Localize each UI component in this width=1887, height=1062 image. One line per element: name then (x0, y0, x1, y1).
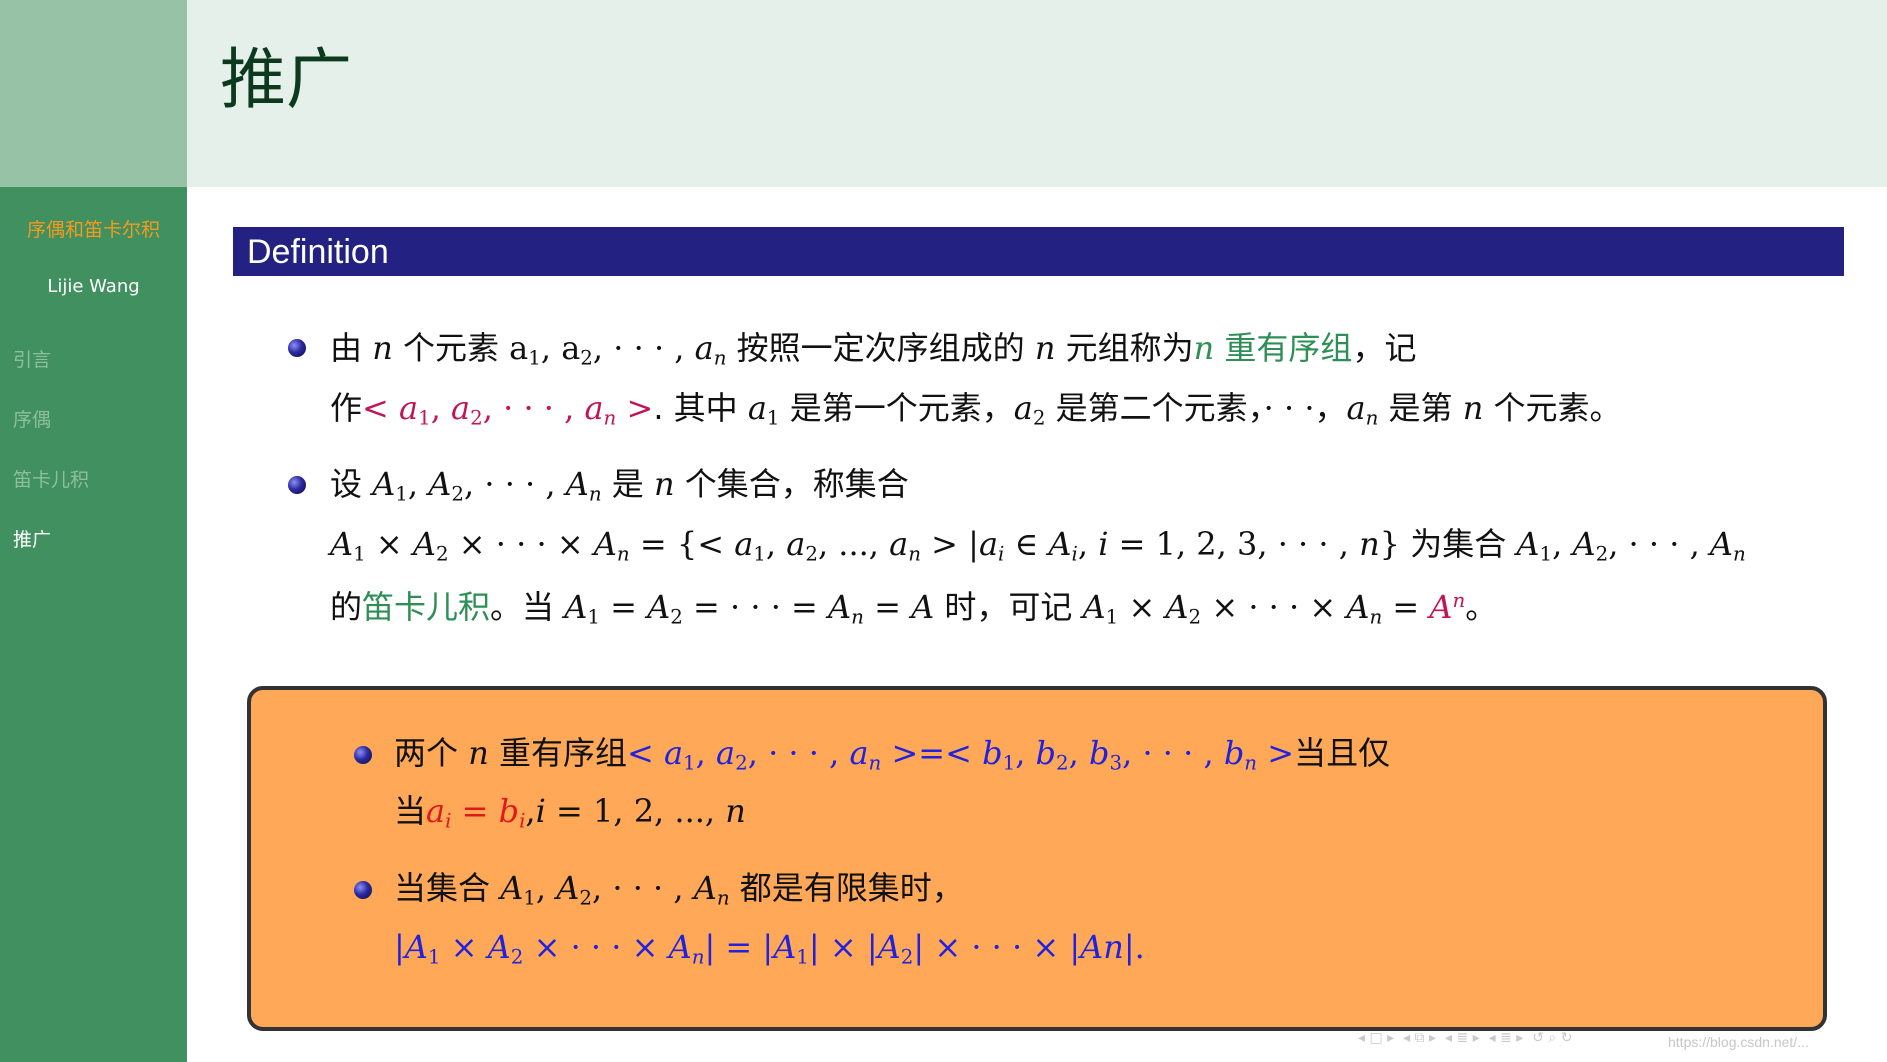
nav-prev-icon[interactable]: ◂ (1403, 1030, 1410, 1046)
nav-item-generalization[interactable]: 推广 (13, 525, 51, 552)
definition-bullet-1-line-2: 作< a1, a2, · · · , an >. 其中 a1 是第一个元素，a2… (330, 389, 1622, 430)
cartesian-product-term: 笛卡儿积 (362, 587, 491, 626)
section-icon[interactable]: ≣ (1456, 1030, 1468, 1046)
block-bullet-2-line-2: |A1 × A2 × · · · × An| = |A1| × |A2| × ·… (394, 928, 1145, 969)
nav-item-intro[interactable]: 引言 (13, 345, 51, 372)
bullet-icon (354, 746, 372, 764)
definition-bullet-2-line-2: A1 × A2 × · · · × An = {< a1, a2, ..., a… (330, 525, 1746, 566)
presentation-title: 序偶和笛卡尔积 (26, 219, 160, 241)
forward-icon[interactable]: ↻ (1561, 1030, 1573, 1046)
back-icon[interactable]: ↺ (1532, 1030, 1544, 1046)
nav-next-icon[interactable]: ▸ (1429, 1030, 1436, 1046)
block-bullet-1-line-2: 当ai = bi,i = 1, 2, ..., n (394, 792, 746, 833)
bullet-icon (288, 339, 306, 357)
nav-next-icon[interactable]: ▸ (1387, 1030, 1394, 1046)
ordered-n-tuple-term: 重有序组 (1224, 329, 1353, 367)
watermark: https://blog.csdn.net/... (1668, 1034, 1809, 1050)
document-icon[interactable]: ≣ (1500, 1030, 1512, 1046)
nav-item-ordered-pair[interactable]: 序偶 (13, 405, 51, 432)
definition-bullet-1-line-1: 由 n 个元素 a1, a2, · · · , an 按照一定次序组成的 n 元… (330, 329, 1417, 370)
search-icon[interactable]: ⌕ (1548, 1030, 1556, 1046)
sidebar: 序偶和笛卡尔积 Lijie Wang 引言 序偶 笛卡儿积 推广 (0, 0, 187, 1062)
nav-prev-icon[interactable]: ◂ (1489, 1030, 1496, 1046)
nav-next-icon[interactable]: ▸ (1516, 1030, 1523, 1046)
nav-prev-icon[interactable]: ◂ (1358, 1030, 1365, 1046)
slide-header (187, 0, 1887, 187)
beamer-navigation-controls[interactable]: ◂ □ ▸ ◂ ⧉ ▸ ◂ ≣ ▸ ◂ ≣ ▸ ↺ ⌕ ↻ (1358, 1030, 1572, 1046)
nav-prev-icon[interactable]: ◂ (1445, 1030, 1452, 1046)
bullet-icon (288, 476, 306, 494)
definition-bullet-2-line-3: 的笛卡儿积。当 A1 = A2 = · · · = An = A 时，可记 A1… (330, 587, 1498, 629)
block-bullet-2-line-1: 当集合 A1, A2, · · · , An 都是有限集时， (394, 869, 964, 910)
subsection-icon[interactable]: ⧉ (1415, 1030, 1425, 1046)
bullet-icon (354, 881, 372, 899)
nav-next-icon[interactable]: ▸ (1473, 1030, 1480, 1046)
block-bullet-1-line-1: 两个 n 重有序组< a1, a2, · · · , an >=< b1, b2… (394, 734, 1391, 775)
sidebar-header-block (0, 0, 187, 187)
definition-title-bar: Definition (233, 227, 1844, 276)
presentation-author: Lijie Wang (47, 276, 140, 297)
nav-item-cartesian-product[interactable]: 笛卡儿积 (13, 465, 89, 492)
page-title: 推广 (220, 41, 352, 118)
definition-label: Definition (247, 233, 389, 271)
frame-icon[interactable]: □ (1369, 1030, 1382, 1046)
definition-bullet-2-line-1: 设 A1, A2, · · · , An 是 n 个集合，称集合 (330, 465, 909, 506)
